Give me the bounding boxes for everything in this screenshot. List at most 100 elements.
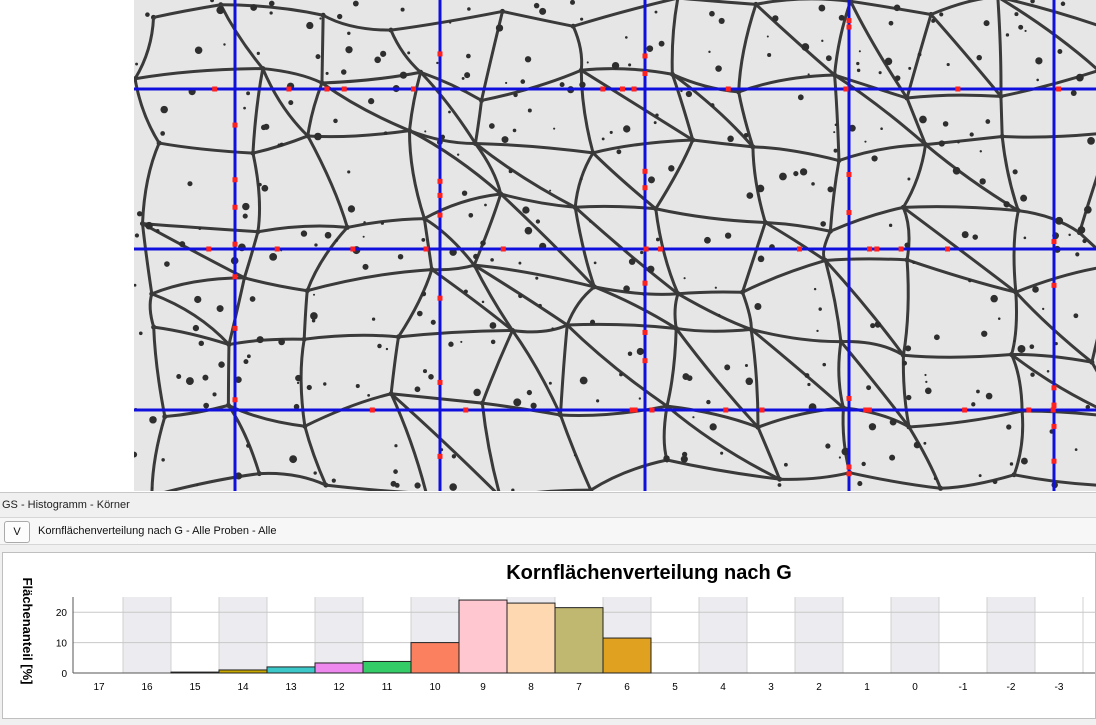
intersection-marker [232, 325, 238, 331]
pore [383, 131, 388, 135]
pore [461, 190, 468, 196]
pore [972, 234, 978, 240]
intersection-marker [846, 172, 852, 178]
grid-stripe [987, 597, 1035, 673]
histogram-bar[interactable] [218, 669, 268, 674]
pore [473, 388, 481, 397]
pore [818, 4, 826, 12]
histogram-bar[interactable] [314, 662, 364, 674]
histogram-bar[interactable] [410, 642, 460, 674]
histogram-svg: Kornflächenverteilung nach G Flächenantei… [20, 562, 1095, 693]
pore [992, 479, 998, 485]
grain-boundary [677, 290, 743, 296]
intersection-marker [232, 122, 238, 128]
intersection-marker [642, 329, 648, 335]
pore [777, 483, 782, 487]
pore [976, 54, 982, 61]
pore [952, 166, 961, 175]
pore [874, 321, 882, 328]
pore [979, 178, 986, 185]
pore [160, 105, 168, 114]
pore [363, 221, 366, 224]
pore [804, 373, 810, 378]
pore [654, 10, 658, 14]
pore [367, 393, 371, 397]
histogram-bar[interactable] [506, 602, 556, 674]
pore [448, 110, 451, 114]
pore [893, 4, 901, 12]
view-selector-label[interactable]: Kornflächenverteilung nach G - Alle Prob… [38, 525, 276, 537]
pore [269, 252, 278, 261]
pore [524, 56, 532, 63]
pore [1036, 78, 1039, 82]
pore [520, 79, 526, 84]
histogram-chart: Kornflächenverteilung nach G Flächenantei… [2, 552, 1096, 719]
pore [449, 483, 457, 491]
pore [871, 155, 878, 162]
pore [807, 382, 811, 387]
intersection-marker [1051, 282, 1057, 288]
pore [246, 91, 251, 96]
panel-title: GS - Histogramm - Körner [2, 499, 130, 511]
pore [573, 454, 577, 457]
pore [682, 373, 690, 381]
pore [164, 261, 170, 267]
pore [931, 18, 936, 23]
pore [658, 40, 665, 47]
grid-stripe [891, 597, 939, 673]
histogram-bar[interactable] [362, 660, 412, 674]
x-tick-label: -3 [1055, 682, 1064, 693]
histogram-bar[interactable] [602, 637, 652, 674]
pore [380, 221, 384, 225]
pore [451, 454, 457, 459]
intersection-marker [1056, 86, 1062, 92]
pore [1055, 216, 1064, 225]
histogram-bar[interactable] [266, 666, 316, 674]
pore [1005, 33, 1010, 37]
pore [278, 338, 285, 346]
pore [957, 140, 960, 144]
pore [512, 128, 517, 133]
y-axis-label: Flächenanteil [%] [20, 578, 35, 685]
pore [380, 50, 387, 57]
pore [708, 50, 711, 54]
chart-title: Kornflächenverteilung nach G [506, 562, 792, 584]
pore [628, 258, 636, 265]
pore [314, 243, 318, 247]
histogram-bar[interactable] [554, 607, 604, 674]
pore [136, 211, 143, 217]
pore [355, 384, 360, 389]
pore [428, 374, 434, 380]
pore [1074, 448, 1078, 451]
pore [176, 374, 182, 379]
histogram-bar[interactable] [170, 671, 220, 674]
pore [362, 263, 369, 270]
histogram-bar[interactable] [458, 599, 508, 674]
pore [820, 221, 826, 227]
pore [155, 228, 160, 233]
intersection-marker [324, 86, 330, 92]
intersection-marker [437, 295, 443, 301]
pore [187, 181, 193, 187]
pore [1020, 457, 1028, 465]
pore [161, 458, 165, 462]
intersection-marker [962, 407, 968, 413]
pore [933, 334, 940, 341]
intersection-marker [642, 280, 648, 286]
y-tick-label: 10 [56, 639, 68, 650]
pore [1075, 73, 1084, 82]
pore [870, 323, 876, 329]
pore [946, 62, 950, 67]
pore [715, 65, 722, 72]
pore [313, 471, 317, 475]
micrograph-svg [134, 0, 1096, 491]
pore [857, 481, 863, 487]
intersection-marker [1051, 403, 1057, 409]
pore [484, 203, 487, 207]
pore [466, 53, 471, 59]
x-tick-label: 11 [382, 682, 393, 693]
pore [976, 389, 980, 394]
pore [436, 61, 439, 65]
view-toggle-button[interactable]: V [4, 521, 30, 543]
intersection-marker [846, 18, 852, 24]
